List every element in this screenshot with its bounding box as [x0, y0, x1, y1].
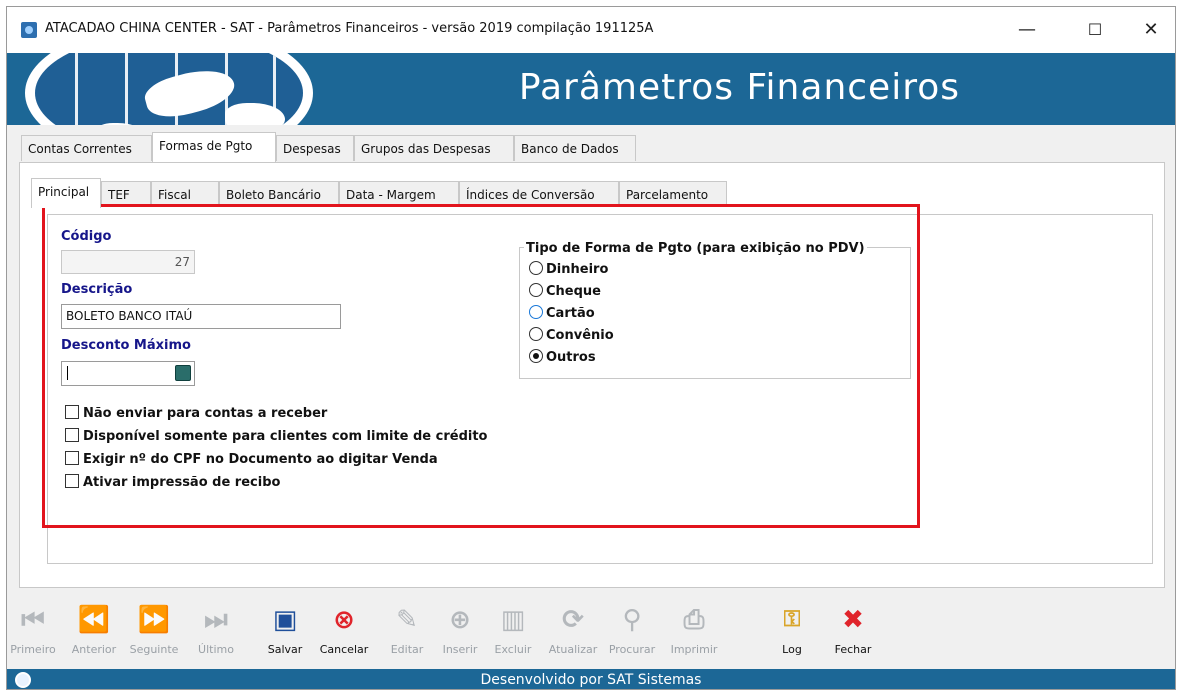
header-banner: Parâmetros Financeiros — [7, 53, 1175, 125]
save-button[interactable]: ▣ Salvar — [263, 605, 307, 669]
last-label: Último — [198, 643, 234, 656]
globe-logo — [25, 53, 313, 125]
app-icon — [21, 22, 37, 38]
minimize-button[interactable]: — — [1007, 15, 1047, 45]
search-button[interactable]: ⚲ Procurar — [605, 605, 659, 669]
edit-button[interactable]: ✎ Editar — [387, 605, 427, 669]
delete-icon: ▥ — [500, 605, 526, 635]
key-icon: ⚿ — [783, 607, 801, 632]
first-icon: ⏮ — [21, 605, 45, 635]
refresh-button[interactable]: ⟳ Atualizar — [547, 605, 599, 669]
close-icon: ✖ — [842, 605, 864, 635]
navigation-toolbar: ⏮ Primeiro ⏪ Anterior ⏩ Seguinte ⏭ Últim… — [7, 597, 1175, 669]
next-icon: ⏩ — [137, 605, 171, 635]
print-icon: ⎙ — [683, 605, 705, 635]
app-window: ATACADAO CHINA CENTER - SAT - Parâmetros… — [6, 6, 1176, 690]
title-bar: ATACADAO CHINA CENTER - SAT - Parâmetros… — [7, 7, 1175, 53]
save-label: Salvar — [267, 643, 303, 656]
insert-label: Inserir — [442, 643, 478, 656]
tab-contas-correntes[interactable]: Contas Correntes — [21, 135, 152, 161]
tab-grupos-das-despesas[interactable]: Grupos das Despesas — [354, 135, 514, 161]
next-button[interactable]: ⏩ Seguinte — [125, 605, 183, 669]
next-label: Seguinte — [129, 643, 179, 656]
previous-label: Anterior — [71, 643, 117, 656]
edit-icon: ✎ — [396, 605, 418, 635]
tab-principal[interactable]: Principal — [31, 178, 101, 208]
status-text: Desenvolvido por SAT Sistemas — [480, 672, 702, 688]
maximize-button[interactable]: ☐ — [1075, 15, 1115, 45]
tab-formas-de-pgto[interactable]: Formas de Pgto — [152, 132, 276, 162]
refresh-label: Atualizar — [548, 643, 598, 656]
banner-title: Parâmetros Financeiros — [518, 67, 960, 108]
previous-button[interactable]: ⏪ Anterior — [65, 605, 123, 669]
close-button[interactable]: ✖ Fechar — [831, 605, 875, 669]
log-label: Log — [782, 643, 802, 656]
close-window-button[interactable]: ✕ — [1131, 15, 1171, 45]
first-label: Primeiro — [10, 643, 56, 656]
search-icon: ⚲ — [622, 605, 642, 635]
status-logo-icon — [15, 672, 31, 688]
delete-button[interactable]: ▥ Excluir — [491, 605, 535, 669]
status-bar: Desenvolvido por SAT Sistemas — [7, 669, 1175, 689]
tab-banco-de-dados[interactable]: Banco de Dados — [514, 135, 636, 161]
save-icon: ▣ — [272, 605, 298, 635]
highlight-frame — [42, 204, 920, 528]
insert-icon: ⊕ — [449, 605, 471, 635]
tab-despesas[interactable]: Despesas — [276, 135, 354, 161]
close-label: Fechar — [834, 643, 872, 656]
last-button[interactable]: ⏭ Último — [195, 605, 237, 669]
edit-label: Editar — [390, 643, 424, 656]
cancel-label: Cancelar — [319, 643, 369, 656]
log-button[interactable]: ⚿ Log — [775, 605, 809, 669]
first-button[interactable]: ⏮ Primeiro — [9, 605, 57, 669]
delete-label: Excluir — [494, 643, 532, 656]
insert-button[interactable]: ⊕ Inserir — [439, 605, 481, 669]
previous-icon: ⏪ — [77, 605, 111, 635]
cancel-icon: ⊗ — [333, 605, 355, 635]
search-label: Procurar — [608, 643, 656, 656]
print-label: Imprimir — [670, 643, 718, 656]
print-button[interactable]: ⎙ Imprimir — [667, 605, 721, 669]
window-title: ATACADAO CHINA CENTER - SAT - Parâmetros… — [45, 21, 654, 36]
last-icon: ⏭ — [204, 605, 228, 635]
cancel-button[interactable]: ⊗ Cancelar — [315, 605, 373, 669]
refresh-icon: ⟳ — [562, 605, 584, 635]
